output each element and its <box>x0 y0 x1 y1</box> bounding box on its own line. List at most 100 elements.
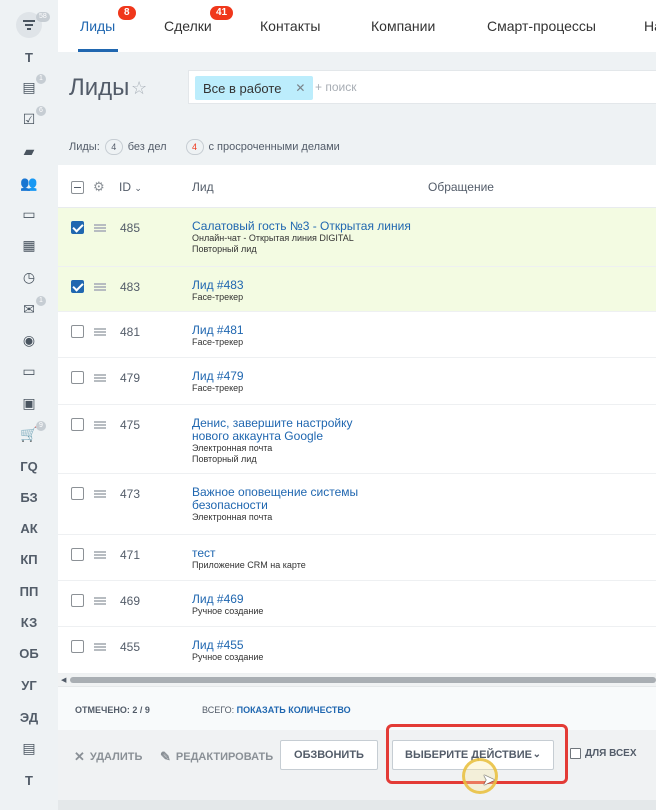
column-header-lead[interactable]: Лид <box>192 180 214 194</box>
sidebar-item-7[interactable]: ◷ <box>0 262 58 292</box>
gear-icon[interactable]: ⚙ <box>93 179 105 195</box>
sidebar-item-14[interactable]: БЗ <box>0 482 58 512</box>
sidebar-item-1[interactable]: ▤ 1 <box>0 72 58 102</box>
lead-title-link[interactable]: Лид #483 <box>192 279 392 292</box>
sidebar-item-0[interactable]: Т <box>0 42 58 72</box>
sidebar-item-22[interactable]: ▤ <box>0 733 58 763</box>
lead-title-link[interactable]: Лид #455 <box>192 639 392 652</box>
edit-button[interactable]: ✎ Редактировать <box>160 749 273 765</box>
sidebar-item-12[interactable]: 🛒 9 <box>0 419 58 449</box>
tab-4[interactable]: Смарт-процессы <box>487 18 596 34</box>
sidebar-item-13[interactable]: ГQ <box>0 451 58 481</box>
row-menu-icon[interactable] <box>94 597 106 605</box>
sidebar-badge: 9 <box>36 421 46 431</box>
sidebar-item-3[interactable]: ▰ <box>0 136 58 166</box>
for-all-checkbox[interactable]: Для всех <box>570 748 637 759</box>
row-checkbox[interactable] <box>71 221 84 234</box>
sidebar-item-21[interactable]: ЭД <box>0 702 58 732</box>
lead-title-link[interactable]: Денис, завершите настройку нового аккаун… <box>192 417 392 443</box>
no-tasks-label[interactable]: без дел <box>128 141 167 153</box>
lead-title-link[interactable]: Лид #479 <box>192 370 392 383</box>
lead-title-link[interactable]: тест <box>192 547 392 560</box>
sidebar-item-19[interactable]: ОБ <box>0 638 58 668</box>
sidebar-item-15[interactable]: АК <box>0 513 58 543</box>
row-menu-icon[interactable] <box>94 643 106 651</box>
scrollbar-thumb[interactable] <box>70 677 656 683</box>
close-icon[interactable]: ✕ <box>295 81 305 95</box>
filter-search-box[interactable]: Все в работе ✕ + поиск <box>188 70 656 104</box>
window-icon: ▭ <box>22 362 36 379</box>
row-menu-icon[interactable] <box>94 551 106 559</box>
table-row[interactable]: 479 Лид #479 Face-трекер <box>58 358 656 405</box>
top-tabs-bar: Лиды 8 Сделки 41 Контакты Компании Смарт-проце… <box>58 0 656 52</box>
sidebar-item-5[interactable]: ▭ <box>0 199 58 229</box>
no-tasks-count[interactable]: 4 <box>104 139 123 155</box>
lead-title-link[interactable]: Лид #481 <box>192 324 392 337</box>
table-row[interactable]: 455 Лид #455 Ручное создание <box>58 627 656 674</box>
row-menu-icon[interactable] <box>94 328 106 336</box>
for-all-box[interactable] <box>570 748 581 759</box>
horizontal-scrollbar[interactable]: ◀ <box>58 674 656 686</box>
table-row[interactable]: 469 Лид #469 Ручное создание <box>58 581 656 627</box>
sidebar-item-16[interactable]: КП <box>0 544 58 574</box>
row-id: 473 <box>120 487 141 501</box>
sidebar-item-8[interactable]: ✉ 1 <box>0 294 58 324</box>
tab-0[interactable]: Лиды <box>80 18 115 34</box>
row-checkbox[interactable] <box>71 418 84 431</box>
lead-source: Электронная почта <box>192 512 273 522</box>
row-checkbox[interactable] <box>71 371 84 384</box>
overdue-label[interactable]: с просроченными делами <box>209 141 340 153</box>
row-menu-icon[interactable] <box>94 374 106 382</box>
row-checkbox[interactable] <box>71 548 84 561</box>
sidebar-badge: 1 <box>36 296 46 306</box>
overdue-count[interactable]: 4 <box>185 139 204 155</box>
row-menu-icon[interactable] <box>94 224 106 232</box>
sidebar-item-label: КЗ <box>20 614 38 630</box>
column-header-id[interactable]: ID ⌄ <box>119 180 142 194</box>
sidebar-item-10[interactable]: ▭ <box>0 356 58 386</box>
sidebar-item-17[interactable]: ПП <box>0 576 58 606</box>
row-menu-icon[interactable] <box>94 283 106 291</box>
row-checkbox[interactable] <box>71 325 84 338</box>
filter-chip[interactable]: Все в работе ✕ <box>195 76 314 100</box>
search-input[interactable]: + поиск <box>315 80 356 94</box>
delete-button[interactable]: ✕ Удалить <box>74 749 142 765</box>
tab-1[interactable]: Сделки <box>164 18 212 34</box>
sidebar-item-9[interactable]: ◉ <box>0 325 58 355</box>
row-checkbox[interactable] <box>71 280 84 293</box>
lead-title-link[interactable]: Лид #469 <box>192 593 392 606</box>
lead-title-link[interactable]: Салатовый гость №3 - Открытая линия <box>192 220 432 233</box>
call-button[interactable]: Обзвонить <box>280 740 378 770</box>
row-checkbox[interactable] <box>71 487 84 500</box>
table-row[interactable]: 481 Лид #481 Face-трекер <box>58 312 656 358</box>
sidebar-item-2[interactable]: ☑ 6 <box>0 104 58 134</box>
row-menu-icon[interactable] <box>94 421 106 429</box>
sidebar-item-6[interactable]: ▦ <box>0 230 58 260</box>
table-row[interactable]: 471 тест Приложение CRM на карте <box>58 535 656 581</box>
tab-5[interactable]: На <box>644 18 656 34</box>
sidebar-item-18[interactable]: КЗ <box>0 607 58 637</box>
select-all-checkbox[interactable] <box>71 181 84 194</box>
tab-2[interactable]: Контакты <box>260 18 320 34</box>
table-row[interactable]: 475 Денис, завершите настройку нового акк… <box>58 405 656 474</box>
counters-prefix: Лиды: <box>69 141 100 153</box>
table-row[interactable]: 473 Важное оповещение системы безопасност… <box>58 474 656 535</box>
scroll-left-icon[interactable]: ◀ <box>61 676 66 684</box>
sidebar-item-11[interactable]: ▣ <box>0 388 58 418</box>
table-row[interactable]: 485 Салатовый гость №3 - Открытая линия Он… <box>58 208 656 267</box>
sidebar-item-23[interactable]: Т <box>0 765 58 795</box>
lead-title-link[interactable]: Важное оповещение системы безопасности <box>192 486 392 512</box>
row-id: 471 <box>120 548 141 562</box>
sidebar-item-4[interactable]: 👥 <box>0 168 58 198</box>
table-row[interactable]: 483 Лид #483 Face-трекер <box>58 267 656 312</box>
favorite-star-icon[interactable]: ☆ <box>131 78 147 99</box>
tab-3[interactable]: Компании <box>371 18 435 34</box>
column-header-appeal[interactable]: Обращение <box>428 180 494 194</box>
row-menu-icon[interactable] <box>94 490 106 498</box>
sidebar-item-20[interactable]: УГ <box>0 670 58 700</box>
menu-toggle-button[interactable]: 58 <box>0 10 58 40</box>
row-checkbox[interactable] <box>71 640 84 653</box>
show-count-link[interactable]: Показать количество <box>237 705 351 715</box>
close-icon: ✕ <box>74 749 85 764</box>
row-checkbox[interactable] <box>71 594 84 607</box>
